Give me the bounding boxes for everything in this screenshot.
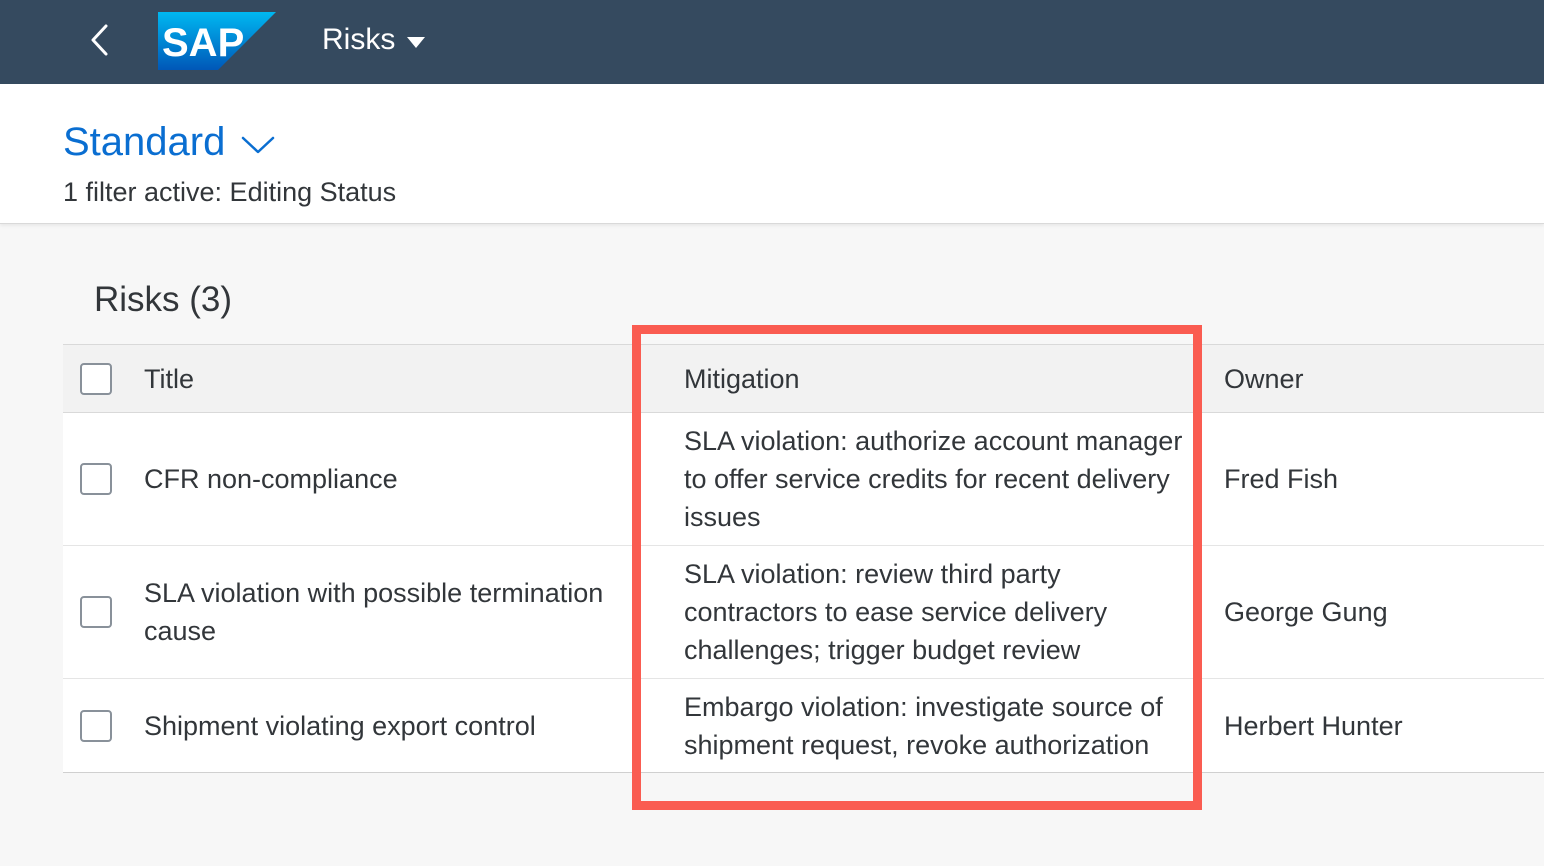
chevron-down-icon [241,120,275,165]
table-row[interactable]: SLA violation with possible termination … [63,546,1544,679]
table-row[interactable]: CFR non-compliance SLA violation: author… [63,413,1544,546]
logo-text: SAP [162,21,244,65]
cell-mitigation: Embargo violation: investigate source of… [684,691,1163,760]
row-checkbox[interactable] [80,709,112,742]
app-title-menu[interactable]: Risks [322,18,426,62]
page-header: Standard 1 filter active: Editing Status [0,84,1544,224]
cell-mitigation: SLA violation: review third party contra… [684,559,1108,665]
cell-title: CFR non-compliance [144,464,398,494]
select-all-checkbox[interactable] [80,362,112,395]
sap-logo[interactable]: SAP [158,12,276,70]
column-header-mitigation[interactable]: Mitigation [684,360,1194,398]
variant-name: Standard [63,120,226,164]
table-header-row: Title Mitigation Owner [63,344,1544,413]
table-title: Risks (3) [94,280,233,319]
variant-selector[interactable]: Standard [63,120,275,165]
cell-mitigation: SLA violation: authorize account manager… [684,426,1183,532]
cell-title: SLA violation with possible termination … [144,578,604,646]
cell-owner: George Gung [1224,597,1388,627]
row-checkbox[interactable] [80,596,112,628]
shell-bar: SAP Risks [0,0,1544,84]
cell-owner: Herbert Hunter [1224,710,1403,741]
caret-down-icon [407,36,426,48]
filter-info: 1 filter active: Editing Status [63,177,397,207]
app-title: Risks [322,23,396,56]
back-button[interactable] [78,20,122,64]
column-header-title[interactable]: Title [144,360,634,398]
risks-table: Title Mitigation Owner CFR non-complianc… [63,344,1544,773]
cell-owner: Fred Fish [1224,464,1339,494]
column-header-owner[interactable]: Owner [1224,360,1524,398]
row-checkbox[interactable] [80,463,112,495]
table-row[interactable]: Shipment violating export control Embarg… [63,679,1544,773]
chevron-left-icon [88,22,112,63]
cell-title: Shipment violating export control [144,710,536,741]
